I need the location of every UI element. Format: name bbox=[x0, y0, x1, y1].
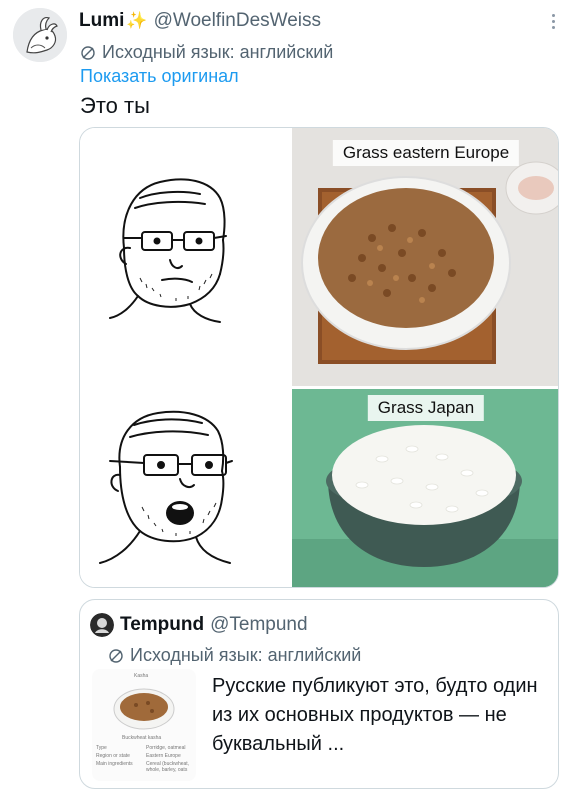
translation-source-label: Исходный язык: английский bbox=[102, 42, 334, 62]
author-avatar-image bbox=[13, 8, 67, 62]
more-vertical-icon[interactable] bbox=[550, 12, 556, 32]
quote-author-display-name: Tempund bbox=[120, 614, 205, 635]
author-display-name[interactable]: Lumi bbox=[79, 10, 124, 32]
thumbnail-row-value: Cereal (buckwheat, whole, barley, oats bbox=[146, 761, 190, 773]
author-handle[interactable]: @WoelfinDesWeiss bbox=[154, 10, 321, 32]
thumbnail-row-value: Eastern Europe bbox=[146, 753, 181, 759]
thumbnail-row-label: Region or state bbox=[96, 753, 130, 759]
translate-icon bbox=[109, 648, 123, 663]
quote-author-avatar[interactable] bbox=[90, 613, 114, 637]
caption-grass-eastern-europe: Grass eastern Europe bbox=[332, 140, 520, 166]
author-avatar[interactable] bbox=[13, 8, 67, 62]
tweet-header: Lumi ✨ @WoelfinDesWeiss bbox=[79, 10, 544, 32]
wojak-face-calm bbox=[80, 128, 291, 386]
quote-header: Tempund @Tempund bbox=[90, 613, 308, 637]
quoted-tweet[interactable]: Tempund @Tempund Исходный язык: английск… bbox=[79, 599, 559, 789]
thumbnail-caption: Buckwheat kasha bbox=[122, 735, 162, 741]
thumbnail-row-label: Type bbox=[96, 745, 107, 751]
wojak-face-shocked bbox=[80, 387, 291, 587]
sparkle-icon: ✨ bbox=[126, 11, 148, 30]
tweet-text: Это ты bbox=[80, 93, 150, 118]
quote-translation-notice: Исходный язык: английский bbox=[108, 645, 361, 666]
rice-photo: Grass Japan bbox=[292, 389, 558, 587]
caption-grass-japan: Grass Japan bbox=[367, 395, 485, 421]
quote-thumbnail[interactable]: Kasha Buckwheat kasha Type Porridge, oat… bbox=[92, 669, 196, 781]
quote-author-handle: @Tempund bbox=[210, 614, 308, 635]
thumbnail-image bbox=[113, 688, 175, 730]
show-original-link[interactable]: Показать оригинал bbox=[80, 66, 239, 87]
translation-notice: Исходный язык: английский bbox=[80, 42, 333, 63]
quote-translation-source-label: Исходный язык: английский bbox=[130, 645, 362, 665]
media-grid[interactable]: Grass eastern Europe Grass Japan bbox=[79, 127, 559, 588]
quote-text: Русские публикуют это, будто один из их … bbox=[212, 675, 538, 755]
thumbnail-row-value: Porridge, oatmeal bbox=[146, 745, 186, 751]
translate-icon bbox=[81, 45, 95, 60]
thumbnail-row-label: Main ingredients bbox=[96, 761, 133, 767]
buckwheat-photo: Grass eastern Europe bbox=[292, 128, 558, 386]
